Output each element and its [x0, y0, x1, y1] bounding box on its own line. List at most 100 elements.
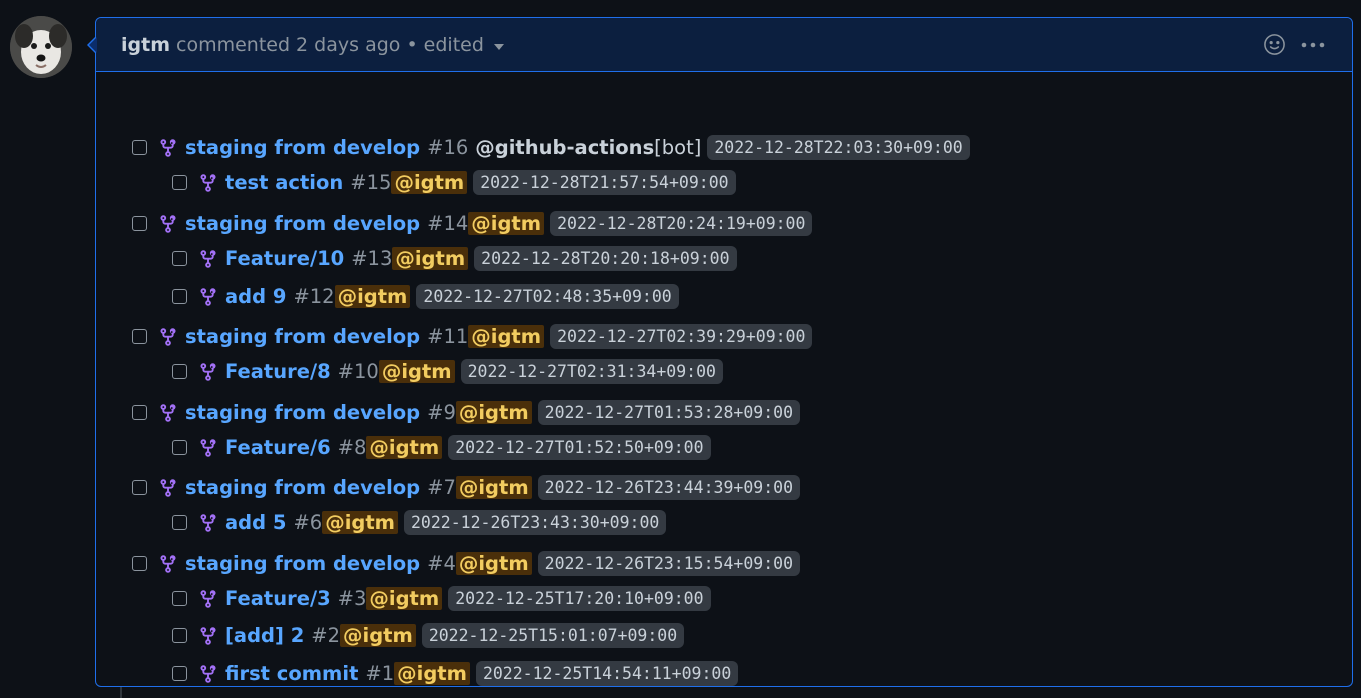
- user-mention[interactable]: @igtm: [468, 325, 545, 348]
- pr-number[interactable]: #13: [351, 247, 392, 270]
- pr-title-link[interactable]: [add] 2: [225, 624, 304, 647]
- pr-number[interactable]: #3: [338, 587, 367, 610]
- timestamp-code: 2022-12-27T01:52:50+09:00: [448, 435, 711, 460]
- user-mention[interactable]: @igtm: [394, 662, 470, 685]
- pr-number[interactable]: #10: [338, 360, 379, 383]
- task-checkbox[interactable]: [132, 405, 147, 420]
- pr-number[interactable]: #11: [427, 325, 468, 348]
- git-merge-icon: [198, 626, 218, 646]
- user-mention[interactable]: @igtm: [468, 212, 545, 235]
- git-merge-icon: [158, 403, 178, 423]
- timestamp-code: 2022-12-26T23:43:30+09:00: [403, 510, 667, 535]
- pr-title-link[interactable]: add 9: [225, 285, 286, 308]
- task-checkbox[interactable]: [172, 251, 187, 266]
- task-list-item: add 9 #12 @igtm 2022-12-27T02:48:35+09:00: [172, 284, 679, 309]
- pr-number[interactable]: #2: [311, 624, 340, 647]
- task-checkbox[interactable]: [172, 289, 187, 304]
- avatar-dog-image: [10, 16, 72, 78]
- task-list-item: [add] 2 #2 @igtm 2022-12-25T15:01:07+09:00: [172, 623, 685, 648]
- pr-title-link[interactable]: Feature/8: [225, 360, 331, 383]
- task-list-item: Feature/10 #13 @igtm 2022-12-28T20:20:18+09…: [172, 246, 737, 271]
- task-list-item: add 5 #6 @igtm 2022-12-26T23:43:30+09:00: [172, 510, 667, 535]
- git-merge-icon: [198, 438, 218, 458]
- task-checkbox[interactable]: [172, 364, 187, 379]
- task-checkbox[interactable]: [132, 556, 147, 571]
- pr-title-link[interactable]: Feature/6: [225, 436, 331, 459]
- avatar[interactable]: [10, 16, 72, 78]
- user-mention[interactable]: @github-actions: [475, 136, 654, 159]
- pr-number[interactable]: #16: [427, 136, 468, 159]
- task-list-item: test action #15 @igtm 2022-12-28T21:57:54+0…: [172, 170, 736, 195]
- pr-number[interactable]: #8: [338, 436, 367, 459]
- comment-author[interactable]: igtm: [121, 34, 170, 56]
- timestamp-code: 2022-12-28T20:24:19+09:00: [550, 211, 813, 236]
- user-mention[interactable]: @igtm: [322, 511, 398, 534]
- comment-box: igtm commented 2 days ago • edited stagi…: [87, 17, 1353, 687]
- pr-title-link[interactable]: add 5: [225, 511, 286, 534]
- task-checkbox[interactable]: [172, 666, 187, 681]
- timestamp-code: 2022-12-27T02:31:34+09:00: [460, 359, 723, 384]
- timestamp-code: 2022-12-25T15:01:07+09:00: [421, 623, 685, 648]
- user-mention[interactable]: @igtm: [455, 552, 532, 575]
- user-mention[interactable]: @igtm: [392, 247, 469, 270]
- pr-number[interactable]: #12: [293, 285, 334, 308]
- timestamp-code: 2022-12-28T21:57:54+09:00: [473, 170, 736, 195]
- pr-number[interactable]: #15: [350, 171, 391, 194]
- pr-number[interactable]: #1: [365, 662, 394, 685]
- pr-title-link[interactable]: staging from develop: [185, 212, 420, 235]
- user-mention[interactable]: @igtm: [391, 171, 468, 194]
- timestamp-code: 2022-12-26T23:15:54+09:00: [537, 551, 801, 576]
- pr-title-link[interactable]: test action: [225, 171, 343, 194]
- timestamp-code: 2022-12-27T02:48:35+09:00: [416, 284, 679, 309]
- pr-title-link[interactable]: staging from develop: [185, 136, 420, 159]
- user-mention[interactable]: @igtm: [340, 624, 416, 647]
- user-mention[interactable]: @igtm: [455, 401, 532, 424]
- git-merge-icon: [198, 513, 218, 533]
- comment-caret-inner: [89, 37, 97, 53]
- timestamp-code: 2022-12-27T02:39:29+09:00: [550, 324, 813, 349]
- user-mention[interactable]: @igtm: [378, 360, 455, 383]
- task-checkbox[interactable]: [172, 440, 187, 455]
- timeline-line: [120, 686, 122, 698]
- pr-title-link[interactable]: Feature/10: [225, 247, 344, 270]
- task-list-item: staging from develop #9 @igtm 2022-12-27T01…: [132, 400, 801, 425]
- comment-header: igtm commented 2 days ago • edited: [96, 18, 1352, 72]
- pr-number[interactable]: #14: [427, 212, 468, 235]
- pr-number[interactable]: #9: [427, 401, 456, 424]
- pr-title-link[interactable]: staging from develop: [185, 325, 420, 348]
- timestamp-code: 2022-12-26T23:44:39+09:00: [537, 475, 801, 500]
- timestamp-code: 2022-12-28T22:03:30+09:00: [707, 135, 970, 160]
- task-checkbox[interactable]: [132, 329, 147, 344]
- task-list-item: Feature/6 #8 @igtm 2022-12-27T01:52:50+09:0…: [172, 435, 711, 460]
- user-mention[interactable]: @igtm: [334, 285, 411, 308]
- task-list-item: staging from develop #4 @igtm 2022-12-26T23…: [132, 551, 801, 576]
- smiley-icon[interactable]: [1263, 33, 1286, 56]
- bot-suffix: [bot]: [654, 136, 702, 159]
- timestamp-code: 2022-12-28T20:20:18+09:00: [474, 246, 737, 271]
- task-checkbox[interactable]: [172, 515, 187, 530]
- task-checkbox[interactable]: [132, 480, 147, 495]
- task-checkbox[interactable]: [132, 140, 147, 155]
- git-merge-icon: [198, 173, 218, 193]
- task-checkbox[interactable]: [172, 175, 187, 190]
- task-checkbox[interactable]: [172, 591, 187, 606]
- pr-title-link[interactable]: staging from develop: [185, 552, 420, 575]
- task-checkbox[interactable]: [172, 628, 187, 643]
- task-checkbox[interactable]: [132, 216, 147, 231]
- pr-title-link[interactable]: staging from develop: [185, 401, 420, 424]
- kebab-horizontal-icon[interactable]: [1300, 41, 1326, 49]
- pr-title-link[interactable]: Feature/3: [225, 587, 331, 610]
- pr-title-link[interactable]: first commit: [225, 662, 358, 685]
- pr-number[interactable]: #6: [293, 511, 322, 534]
- pr-number[interactable]: #4: [427, 552, 456, 575]
- user-mention[interactable]: @igtm: [366, 587, 443, 610]
- comment-actions: [1263, 33, 1326, 56]
- git-merge-icon: [198, 362, 218, 382]
- pr-number[interactable]: #7: [427, 476, 456, 499]
- git-merge-icon: [198, 589, 218, 609]
- user-mention[interactable]: @igtm: [455, 476, 532, 499]
- git-merge-icon: [198, 249, 218, 269]
- user-mention[interactable]: @igtm: [366, 436, 443, 459]
- edited-dropdown-caret-icon[interactable]: [493, 43, 504, 50]
- pr-title-link[interactable]: staging from develop: [185, 476, 420, 499]
